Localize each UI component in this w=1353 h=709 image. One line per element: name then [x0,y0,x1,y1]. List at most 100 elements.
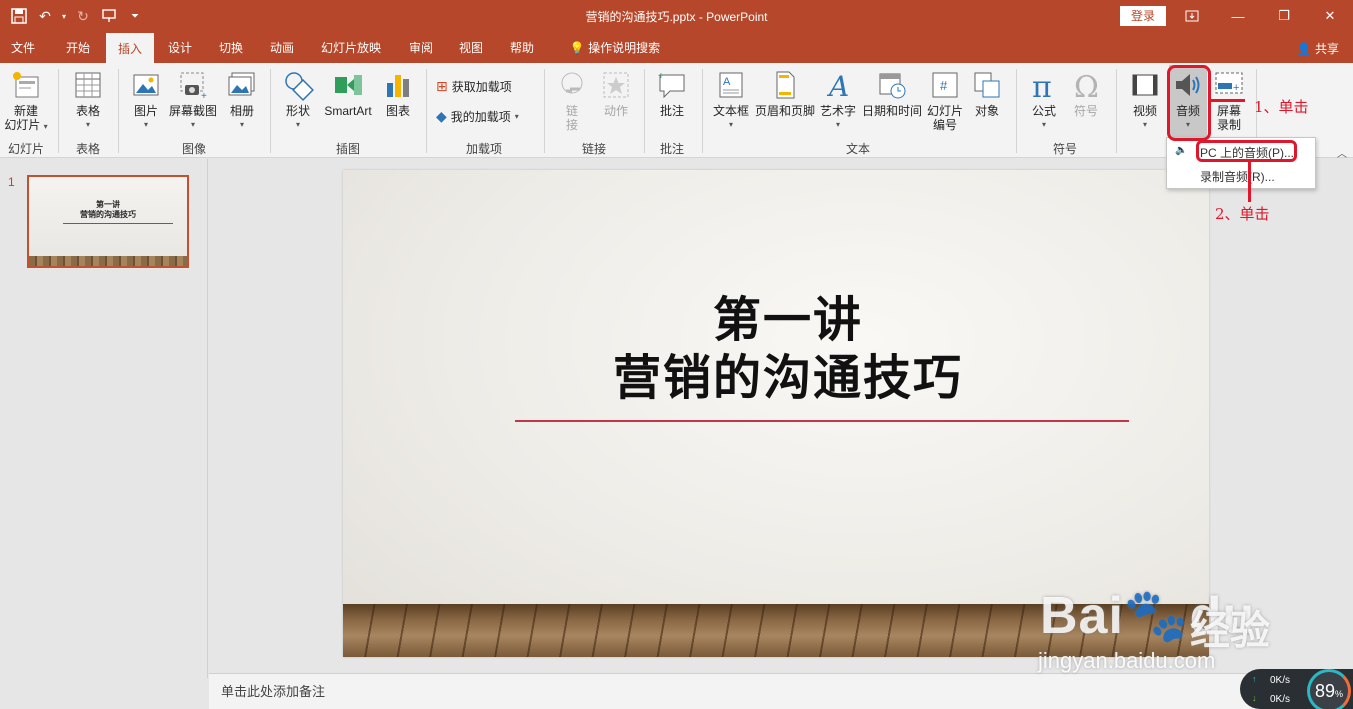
annotation-line-2 [1248,162,1251,202]
group-label-comments: 批注 [659,142,684,156]
equation-label: 公式 [1031,104,1056,118]
table-label: 表格 [75,104,100,118]
ribbon-tabs: 文件 开始 插入 设计 切换 动画 幻灯片放映 审阅 视图 帮助 💡 操作说明搜… [0,33,1353,63]
new-slide-icon [13,72,39,98]
photo-album-button[interactable]: 相册 ▾ [220,69,264,132]
chevron-down-icon: ▾ [190,120,195,129]
group-separator [1116,69,1117,153]
slide-thumbnail[interactable]: 第一讲 营销的沟通技巧 [27,175,189,268]
tab-slideshow[interactable]: 幻灯片放映 [314,33,388,63]
chevron-down-icon: ▾ [85,120,90,129]
slide-canvas[interactable]: 第一讲 营销的沟通技巧 [343,170,1209,657]
restore-icon[interactable]: ❐ [1261,0,1307,32]
date-time-label: 日期和时间 [861,104,922,118]
action-button[interactable]: 动作 [596,69,636,118]
photo-album-icon [228,72,255,96]
symbol-button[interactable]: Ω 符号 [1066,69,1106,118]
screenshot-button[interactable]: + 屏幕截图 ▾ [166,69,220,132]
table-button[interactable]: 表格 ▾ [66,69,110,132]
shapes-icon [285,72,314,101]
wordart-button[interactable]: A 艺术字 ▾ [816,69,860,132]
screen-recording-label-1: 屏幕 [1216,104,1241,118]
symbol-label: 符号 [1073,104,1098,118]
close-icon[interactable]: ✕ [1307,0,1353,32]
tab-design[interactable]: 设计 [160,33,200,63]
link-icon [561,72,583,94]
gauge-value: 89 [1314,681,1335,701]
login-button[interactable]: 登录 [1120,6,1166,26]
action-star-icon [603,72,629,98]
network-monitor-widget[interactable]: ↑ 0K/s ↓ 0K/s 89% [1240,669,1353,709]
group-label-slides: 幻灯片 [7,142,44,156]
minimize-icon[interactable]: — [1215,0,1261,32]
object-button[interactable]: 对象 [968,69,1006,118]
wordart-label: 艺术字 [819,104,856,118]
comment-button[interactable]: + 批注 [652,69,692,118]
link-button[interactable]: 链 接 [552,69,592,132]
group-separator [644,69,645,153]
chevron-down-icon: ▾ [1041,120,1046,129]
object-label: 对象 [974,104,999,118]
group-label-links: 链接 [581,142,606,156]
chart-label: 图表 [385,104,410,118]
paw-icon: 🐾 [1123,587,1190,645]
smartart-icon [335,75,362,95]
person-icon: 👤 [1296,42,1312,56]
tell-me-search[interactable]: 💡 操作说明搜索 [560,33,670,63]
tab-transitions[interactable]: 切换 [210,33,252,63]
group-separator [544,69,545,153]
watermark-url: jingyan.baidu.com [1038,648,1216,673]
picture-icon [133,74,159,96]
group-label-images: 图像 [181,142,206,156]
svg-text:+: + [658,71,664,82]
notes-pane[interactable]: 单击此处添加备注 [209,673,1353,709]
comment-icon: + [658,71,685,99]
menu-item-record-audio[interactable]: 录制音频(R)... [1200,168,1275,185]
tab-home[interactable]: 开始 [56,33,100,63]
tab-help[interactable]: 帮助 [502,33,542,63]
table-icon [75,72,101,98]
group-separator [426,69,427,153]
smartart-button[interactable]: SmartArt [320,69,376,118]
tab-view[interactable]: 视图 [450,33,492,63]
group-separator [1016,69,1017,153]
video-button[interactable]: 视频 ▾ [1124,69,1166,132]
new-slide-button[interactable]: 新建 幻灯片 ▾ [4,69,48,134]
chevron-down-icon: ▾ [239,120,244,129]
ribbon-display-icon[interactable] [1169,0,1215,32]
header-footer-button[interactable]: 页眉和页脚 [752,69,818,118]
link-label-2: 接 [565,118,578,132]
screenshot-label: 屏幕截图 [168,104,217,118]
collapse-ribbon-icon[interactable]: ︿ [1337,145,1347,160]
chart-button[interactable]: 图表 [378,69,418,118]
tab-insert[interactable]: 插入 [106,33,154,63]
store-icon: ⊞ [436,78,448,94]
tab-review[interactable]: 审阅 [400,33,442,63]
get-addins-button[interactable]: ⊞ 获取加载项 [436,78,512,95]
share-button[interactable]: 👤 共享 [1297,40,1339,57]
textbox-button[interactable]: A 文本框 ▾ [708,69,754,132]
textbox-label: 文本框 [712,104,749,118]
annotation-step-1: 1、单击 [1254,98,1309,116]
tab-file[interactable]: 文件 [4,33,42,63]
tab-animations[interactable]: 动画 [260,33,304,63]
date-time-button[interactable]: 日期和时间 [860,69,924,118]
slide-number: 1 [8,175,15,189]
object-icon [974,72,1000,98]
my-addins-button[interactable]: ◆ 我的加载项 ▾ [436,108,519,125]
equation-button[interactable]: π 公式 ▾ [1024,69,1064,132]
chevron-down-icon: ▾ [143,120,148,129]
group-separator [702,69,703,153]
shapes-button[interactable]: 形状 ▾ [276,69,320,132]
header-footer-label: 页眉和页脚 [754,104,815,118]
omega-icon: Ω [1074,70,1099,101]
slide-number-button[interactable]: # 幻灯片 编号 [924,69,966,132]
chevron-down-icon: ▾ [835,120,840,129]
picture-button[interactable]: 图片 ▾ [124,69,168,132]
speaker-small-icon: 🔈 [1175,145,1188,156]
wordart-icon: A [826,70,849,101]
chevron-down-icon: ▾ [295,120,300,129]
slide-subtitle[interactable]: 营销的沟通技巧 [343,338,1209,408]
screen-recording-label-2: 录制 [1216,118,1241,132]
chart-icon [387,75,409,97]
